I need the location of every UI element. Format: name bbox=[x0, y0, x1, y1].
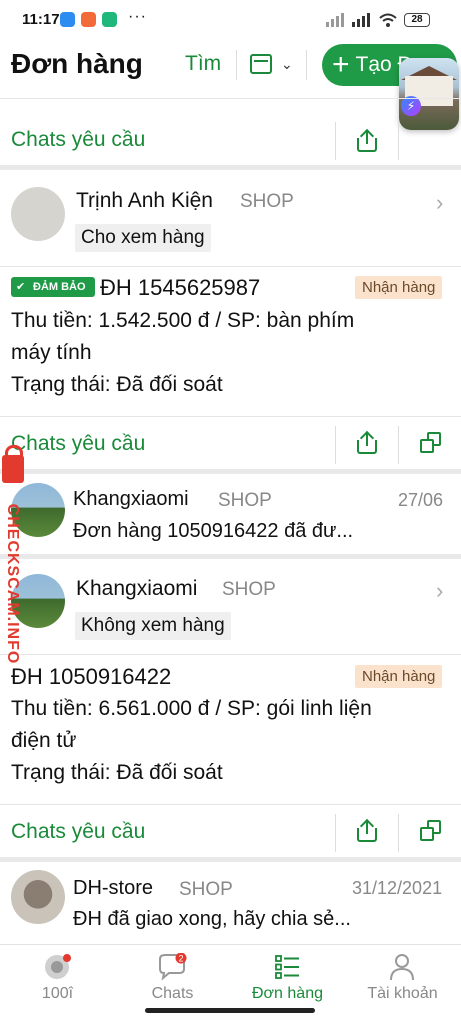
message-app-icon bbox=[60, 12, 75, 27]
watermark-text: CHECKSCAM.INFO bbox=[4, 503, 21, 665]
order-amount-product: Thu tiền: 1.542.500 đ / SP: bàn phím bbox=[11, 309, 355, 332]
thread-name: DH-store bbox=[73, 877, 154, 899]
viewing-policy-tag: Cho xem hàng bbox=[75, 224, 211, 252]
divider bbox=[0, 804, 461, 805]
home-indicator[interactable] bbox=[145, 1008, 315, 1013]
order-status-line: Trạng thái: Đã đối soát bbox=[11, 373, 223, 396]
tab-label: Đơn hàng bbox=[252, 985, 323, 1002]
avatar[interactable] bbox=[11, 870, 65, 924]
tab-label: Tài khoản bbox=[367, 985, 438, 1002]
avatar[interactable] bbox=[11, 187, 65, 241]
chevron-right-icon[interactable]: › bbox=[436, 578, 443, 604]
top-header: Đơn hàng Tìm ⌄ + Tạo Đ bbox=[0, 40, 461, 96]
order-amount-product: Thu tiền: 6.561.000 đ / SP: gói linh liệ… bbox=[11, 697, 372, 720]
customer-name: Trịnh Anh Kiện bbox=[76, 189, 213, 212]
share-icon[interactable] bbox=[357, 818, 377, 842]
chat-icon: 2 bbox=[159, 953, 187, 981]
status-time: 11:17 bbox=[22, 11, 60, 28]
share-icon[interactable] bbox=[357, 430, 377, 454]
chevron-right-icon[interactable]: › bbox=[436, 190, 443, 216]
orders-list-icon bbox=[275, 955, 299, 979]
signal-icon bbox=[326, 13, 344, 27]
order-status-line: Trạng thái: Đã đối soát bbox=[11, 761, 223, 784]
thread-preview[interactable]: Đơn hàng 1050916422 đã đư... bbox=[73, 520, 353, 543]
chat-badge-count: 2 bbox=[178, 954, 183, 964]
header-divider bbox=[306, 50, 307, 80]
lock-icon bbox=[2, 445, 24, 483]
tab-label: Chats bbox=[151, 985, 194, 1002]
tab-label: 100î bbox=[41, 985, 74, 1002]
tab-orders[interactable]: Đơn hàng bbox=[230, 945, 345, 1005]
calendar-icon[interactable] bbox=[250, 54, 272, 74]
divider bbox=[0, 416, 461, 417]
chats-request-row: Chats yêu cầu bbox=[0, 418, 461, 470]
thread-preview[interactable]: ĐH đã giao xong, hãy chia sẻ... bbox=[73, 908, 351, 931]
tab-chats[interactable]: 2 Chats bbox=[115, 945, 230, 1005]
chats-request-row: Chats yêu cầu bbox=[0, 806, 461, 858]
share-icon[interactable] bbox=[357, 128, 377, 152]
thread-name: Khangxiaomi bbox=[73, 488, 189, 510]
section-separator bbox=[0, 857, 461, 862]
customer-name: Khangxiaomi bbox=[76, 577, 198, 600]
divider bbox=[398, 814, 399, 852]
shop-label: SHOP bbox=[218, 490, 272, 511]
chats-request-link[interactable]: Chats yêu cầu bbox=[11, 128, 145, 152]
tab-home[interactable]: 100î bbox=[0, 945, 115, 1005]
tab-account[interactable]: Tài khoản bbox=[345, 945, 460, 1005]
order-product-cont: máy tính bbox=[11, 341, 92, 364]
divider bbox=[335, 122, 336, 160]
divider bbox=[0, 266, 461, 267]
thread-date: 27/06 bbox=[398, 490, 444, 510]
chats-request-row: Chats yêu cầu bbox=[0, 114, 461, 166]
status-badge: Nhận hàng bbox=[355, 665, 443, 688]
plus-icon: + bbox=[332, 48, 350, 81]
divider bbox=[335, 426, 336, 464]
shield-app-icon bbox=[102, 12, 117, 27]
shop-label: SHOP bbox=[240, 191, 294, 212]
shopping-app-icon bbox=[81, 12, 96, 27]
order-id[interactable]: ĐH 1545625987 bbox=[100, 275, 260, 301]
order-id[interactable]: ĐH 1050916422 bbox=[11, 664, 171, 690]
thread-date: 31/12/2021 bbox=[352, 878, 443, 898]
section-separator bbox=[0, 554, 461, 559]
section-separator bbox=[0, 469, 461, 474]
header-divider bbox=[236, 50, 237, 80]
chats-request-link[interactable]: Chats yêu cầu bbox=[11, 432, 145, 456]
guarantee-badge: ĐẢM BẢO bbox=[11, 277, 95, 297]
viewing-policy-tag: Không xem hàng bbox=[75, 612, 231, 640]
chats-request-link[interactable]: Chats yêu cầu bbox=[11, 820, 145, 844]
divider bbox=[398, 426, 399, 464]
divider bbox=[335, 814, 336, 852]
copy-icon[interactable] bbox=[420, 432, 442, 454]
battery-icon: 28 bbox=[404, 13, 430, 27]
user-icon bbox=[390, 954, 414, 981]
shop-label: SHOP bbox=[222, 579, 276, 600]
copy-icon[interactable] bbox=[420, 820, 442, 842]
divider bbox=[0, 654, 461, 655]
chevron-down-icon[interactable]: ⌄ bbox=[281, 56, 293, 73]
shop-label: SHOP bbox=[179, 879, 233, 900]
search-button[interactable]: Tìm bbox=[185, 52, 221, 76]
section-separator bbox=[0, 165, 461, 170]
status-bar: 11:17 ··· 28 bbox=[0, 0, 461, 40]
wifi-icon bbox=[379, 13, 397, 27]
signal-2-icon bbox=[352, 13, 370, 27]
divider bbox=[398, 122, 399, 160]
divider bbox=[0, 98, 461, 99]
order-product-cont: điện tử bbox=[11, 729, 77, 752]
home-icon bbox=[45, 954, 71, 979]
more-notifications-icon: ··· bbox=[128, 8, 147, 25]
page-title: Đơn hàng bbox=[11, 48, 143, 79]
messenger-icon: ⚡ bbox=[401, 96, 421, 116]
status-badge: Nhận hàng bbox=[355, 276, 443, 299]
watermark: CHECKSCAM.INFO bbox=[0, 445, 26, 675]
